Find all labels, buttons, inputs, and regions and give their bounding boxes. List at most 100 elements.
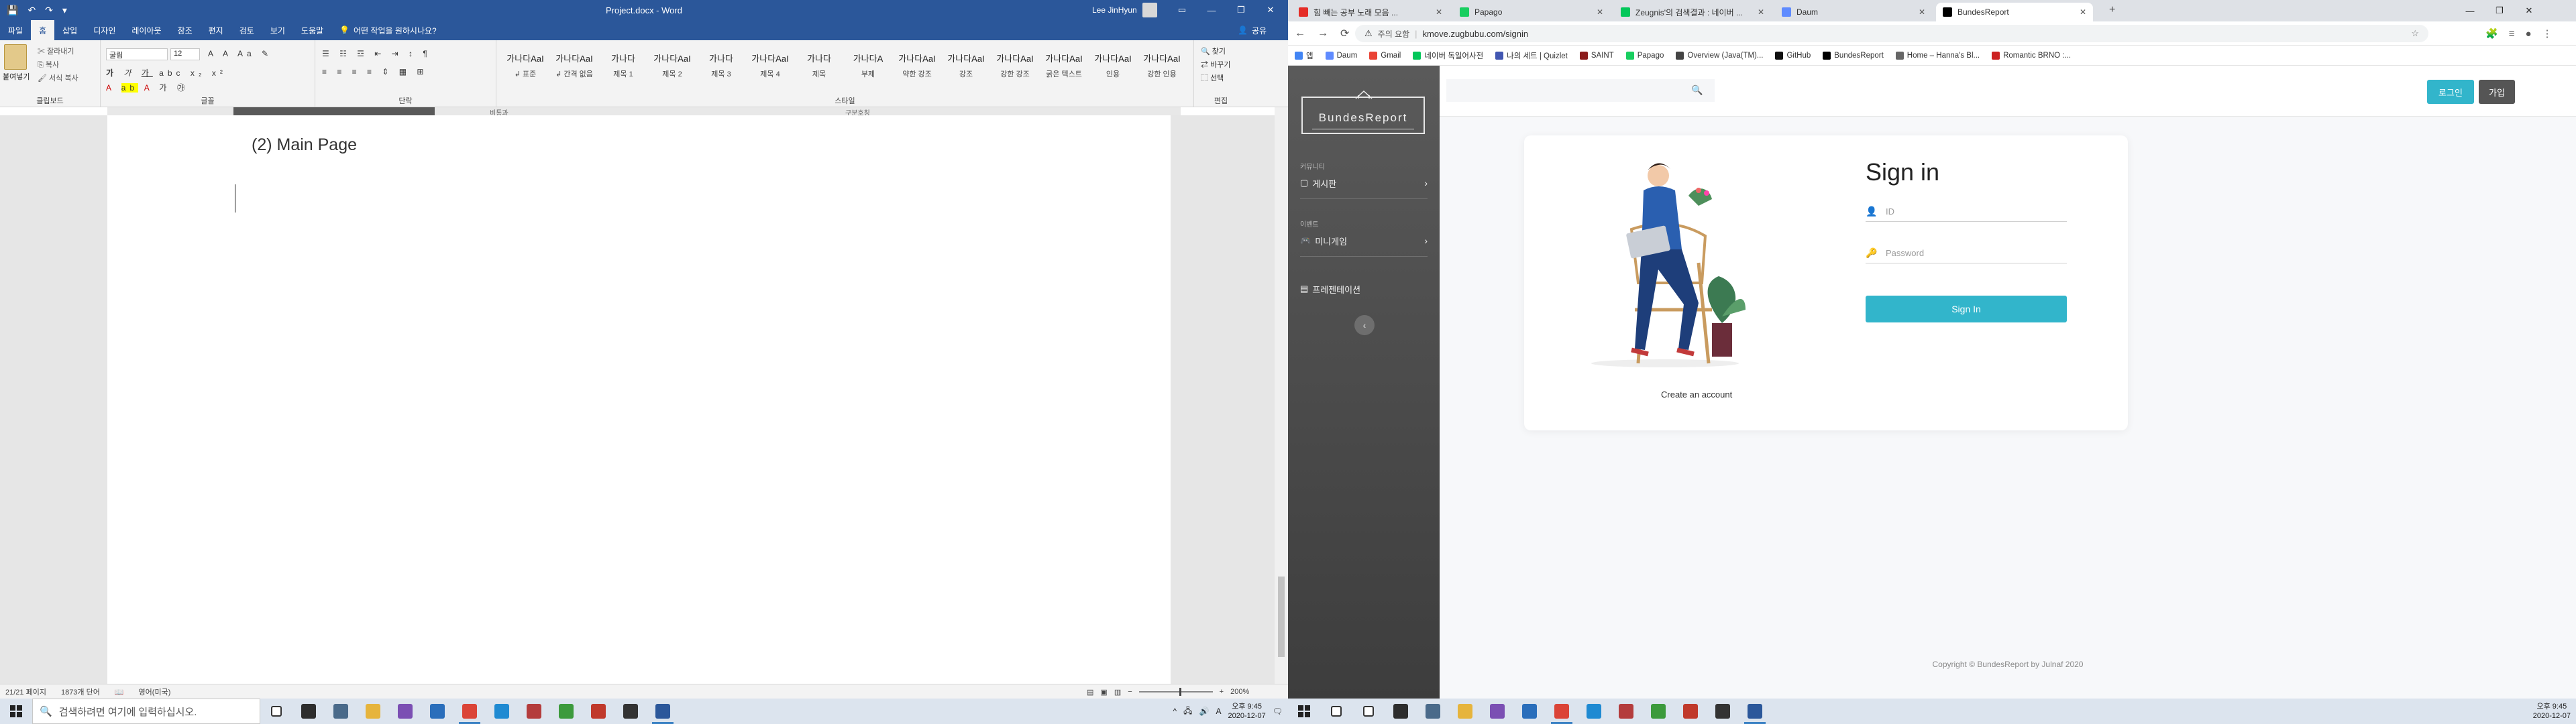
volume-icon[interactable]: 🔊 (1199, 707, 1210, 716)
login-button[interactable]: 로그인 (2427, 80, 2474, 104)
clock[interactable]: 오후 9:45 2020-12-07 (2533, 702, 2571, 721)
taskbar-app-2-icon[interactable] (325, 699, 357, 724)
zoom-in-icon[interactable]: + (1220, 688, 1224, 696)
share-button[interactable]: 👤 공유 (1238, 20, 1267, 40)
taskbar-app-8-icon[interactable] (518, 699, 550, 724)
font-style-controls[interactable]: 가 가 가 abc x₂ x² (106, 67, 227, 78)
tab-close-icon[interactable]: ✕ (1436, 7, 1442, 17)
browser-tab[interactable]: Zeugnis'의 검색결과 : 네이버 ... ✕ (1614, 3, 1771, 21)
style-gallery-item[interactable]: 가나다AaI 강한 강조 (991, 50, 1038, 79)
sidebar-toggle-button[interactable]: ‹ (1354, 315, 1375, 335)
taskbar-app-5-icon[interactable] (421, 699, 453, 724)
taskbar-visual-studio-icon[interactable] (389, 699, 421, 724)
address-bar[interactable]: ⚠ 주의 요함 | kmove.zugbubu.com/signin ☆ (1355, 25, 2428, 42)
taskbar-word-icon[interactable] (1739, 699, 1771, 724)
sidebar-item-minigame[interactable]: 🎮 미니게임 › (1300, 233, 1428, 248)
align-controls[interactable]: ≡ ≡ ≡ ≡ ⇕ ▦ ⊞ (322, 67, 427, 76)
taskbar-app-11-icon[interactable] (1707, 699, 1739, 724)
bookmark-item[interactable]: GitHub (1775, 51, 1811, 60)
style-gallery-item[interactable]: 가나다AaI 강한 인용 (1138, 50, 1185, 79)
site-logo[interactable]: BundesReport (1301, 90, 1425, 134)
forward-icon[interactable]: → (1318, 27, 1328, 40)
signin-button[interactable]: Sign In (1866, 296, 2067, 322)
proofing-icon[interactable]: 📖 (115, 688, 124, 697)
join-button[interactable]: 가입 (2479, 80, 2515, 104)
style-gallery-item[interactable]: 가나다AaI 강조 (943, 50, 989, 79)
password-input[interactable] (1884, 245, 2065, 261)
word-count[interactable]: 1873개 단어 (61, 686, 100, 697)
bookmark-item[interactable]: 나의 세트 | Quizlet (1495, 50, 1568, 61)
tray-chevron-icon[interactable]: ^ (1173, 707, 1177, 716)
bookmark-item[interactable]: 앱 (1295, 50, 1313, 61)
taskbar-app-5-icon[interactable] (1513, 699, 1546, 724)
tab-layout[interactable]: 레이아웃 (123, 20, 169, 40)
tab-review[interactable]: 검토 (231, 20, 262, 40)
tab-view[interactable]: 보기 (262, 20, 293, 40)
sidebar-item-board[interactable]: ▢ 게시판 › (1300, 176, 1428, 190)
bookmark-item[interactable]: Overview (Java(TM)... (1676, 51, 1763, 60)
zoom-level[interactable]: 200% (1230, 688, 1249, 696)
font-name-select[interactable]: 굴림 (106, 48, 168, 60)
bookmark-item[interactable]: 네이버 독일어사전 (1413, 50, 1483, 61)
taskbar-chrome-icon[interactable] (1546, 699, 1578, 724)
taskbar-app-9-icon[interactable] (1642, 699, 1674, 724)
tab-insert[interactable]: 삽입 (54, 20, 85, 40)
close-icon[interactable]: ✕ (2514, 0, 2544, 21)
password-field[interactable]: 🔑 (1866, 243, 2067, 263)
id-field[interactable]: 👤 (1866, 202, 2067, 222)
taskbar-app-1-icon[interactable] (292, 699, 325, 724)
taskbar-app-1-icon[interactable] (1385, 699, 1417, 724)
select-button[interactable]: ⬚ 선택 (1201, 72, 1224, 83)
tab-home[interactable]: 홈 (31, 20, 55, 40)
restore-icon[interactable]: ❐ (1226, 0, 1256, 20)
style-gallery-item[interactable]: 가나다AaI ↲ 간격 없음 (551, 50, 598, 79)
copy-button[interactable]: ⎘ 복사 (38, 59, 59, 70)
tab-help[interactable]: 도움말 (293, 20, 331, 40)
font-size-controls[interactable]: A A Aa ✎ (208, 49, 272, 58)
taskbar-chrome-icon[interactable] (453, 699, 486, 724)
start-button[interactable] (1288, 699, 1320, 724)
minimize-icon[interactable]: — (1197, 0, 1226, 20)
taskbar-word-icon[interactable] (647, 699, 679, 724)
zoom-slider[interactable] (1138, 688, 1213, 696)
tab-close-icon[interactable]: ✕ (1597, 7, 1603, 17)
taskbar-app-2-icon[interactable] (1417, 699, 1449, 724)
profile-icon[interactable]: ● (2525, 28, 2531, 40)
style-gallery-item[interactable]: 가나다 제목 (796, 50, 843, 79)
taskbar-vscode-icon[interactable] (1578, 699, 1610, 724)
start-button[interactable] (0, 699, 32, 724)
print-layout-icon[interactable]: ▣ (1100, 688, 1107, 697)
taskbar-task-view-icon[interactable] (260, 699, 292, 724)
format-painter-button[interactable]: 🖌 서식 복사 (38, 72, 78, 83)
zoom-slider-thumb[interactable] (1179, 688, 1181, 696)
tab-design[interactable]: 디자인 (85, 20, 123, 40)
web-layout-icon[interactable]: ▥ (1114, 688, 1121, 697)
style-gallery-item[interactable]: 가나다AaI 약한 강조 (894, 50, 941, 79)
replace-button[interactable]: ⇄ 바꾸기 (1201, 59, 1230, 70)
taskbar-visual-studio-icon[interactable] (1481, 699, 1513, 724)
taskbar-app-10-icon[interactable] (582, 699, 614, 724)
tab-mailings[interactable]: 편지 (201, 20, 231, 40)
user-account[interactable]: Lee JinHyun (1092, 0, 1157, 20)
browser-tab[interactable]: 힘 빼는 공부 노래 모음 ... ✕ (1292, 3, 1449, 21)
paste-button[interactable]: 붙여넣기 (3, 71, 30, 82)
language[interactable]: 영어(미국) (139, 686, 171, 697)
browser-tab[interactable]: Papago ✕ (1453, 3, 1610, 21)
reload-icon[interactable]: ⟳ (1340, 27, 1349, 40)
document-heading[interactable]: (2) Main Page (252, 135, 357, 155)
restore-icon[interactable]: ❐ (2485, 0, 2514, 21)
taskbar-search[interactable]: 🔍 검색하려면 여기에 입력하십시오. (32, 699, 260, 724)
taskbar-app-11-icon[interactable] (614, 699, 647, 724)
taskbar-vscode-icon[interactable] (486, 699, 518, 724)
vertical-scrollbar[interactable] (1275, 107, 1288, 685)
create-account-link[interactable]: Create an account (1661, 389, 1732, 400)
bookmark-item[interactable]: Daum (1325, 51, 1357, 60)
site-search-input[interactable] (1446, 79, 1715, 102)
style-gallery-item[interactable]: 가나다A 부제 (845, 50, 892, 79)
notification-icon[interactable]: 🗨 (1273, 707, 1283, 716)
style-gallery-item[interactable]: 가나다 제목 1 (600, 50, 647, 79)
page-count[interactable]: 21/21 페이지 (5, 686, 46, 697)
extensions-icon[interactable]: 🧩 (2485, 27, 2498, 40)
list-controls[interactable]: ☰ ☷ ☲ ⇤ ⇥ ↕ ¶ (322, 49, 431, 58)
bookmark-item[interactable]: SAINT (1579, 51, 1614, 60)
